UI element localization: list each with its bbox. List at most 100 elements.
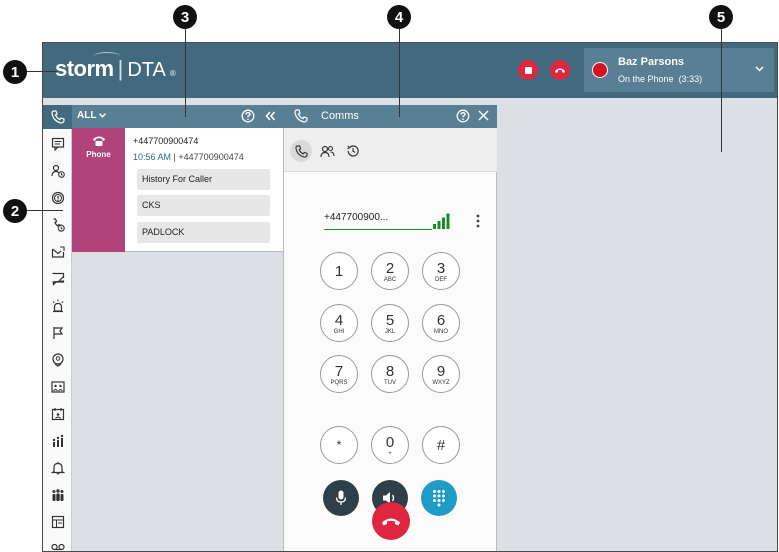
note-icon (51, 272, 64, 286)
keypad-toggle-button[interactable] (421, 480, 457, 516)
sidebar-item-gallery[interactable] (43, 375, 72, 399)
cks-button[interactable]: CKS (137, 195, 270, 216)
hangup-icon (555, 68, 565, 73)
people-icon (52, 489, 63, 501)
sidebar-item-email[interactable] (43, 240, 72, 264)
app-header: storm | DTA ® Baz Parsons On the Phone (3… (43, 43, 777, 98)
time-separator: | (173, 152, 176, 162)
channel-label: Phone (86, 150, 111, 159)
alert-circle-icon (51, 191, 64, 205)
microphone-icon (335, 490, 347, 505)
stop-recording-button[interactable] (518, 60, 538, 80)
caller-number: +447700900474 (133, 136, 199, 146)
filter-dropdown[interactable]: ALL (77, 110, 107, 121)
call-time-line: 10:56 AM | +447700900474 (133, 152, 244, 162)
help-icon (241, 109, 255, 123)
help-button[interactable] (241, 109, 255, 126)
sidebar-item-calendar[interactable] (43, 402, 72, 426)
callout-3-leader (185, 29, 186, 117)
mute-button[interactable] (323, 480, 359, 516)
padlock-button[interactable]: PADLOCK (137, 222, 270, 243)
keypad-key-3[interactable]: 3 DEF (422, 252, 460, 290)
hangup-icon (382, 518, 400, 526)
phone-icon (50, 110, 65, 124)
tab-contacts[interactable] (316, 140, 338, 162)
history-for-caller-button[interactable]: History For Caller (137, 169, 270, 190)
keypad-key-5[interactable]: 5 JKL (371, 304, 409, 342)
header-hangup-button[interactable] (550, 60, 570, 80)
sidebar-item-voicemail[interactable] (43, 535, 72, 551)
callout-4-leader (399, 29, 400, 117)
keypad-key-9[interactable]: 9 WXYZ (422, 355, 460, 393)
forms-icon (51, 515, 64, 529)
callout-2-leader (27, 210, 63, 211)
bell-icon (50, 461, 65, 475)
storm-app-window: storm | DTA ® Baz Parsons On the Phone (3… (42, 42, 778, 552)
phone-icon (294, 144, 308, 158)
sidebar-item-phone[interactable] (43, 105, 72, 129)
sidebar-item-messages[interactable] (43, 132, 72, 156)
callout-3: 3 (173, 5, 197, 29)
tab-history[interactable] (342, 140, 364, 162)
calendar-icon (51, 408, 64, 421)
chevron-down-icon (755, 64, 764, 75)
sidebar-item-callbacks[interactable] (43, 213, 72, 237)
storm-dta-logo: storm | DTA ® (55, 56, 176, 82)
phone-icon (294, 109, 308, 126)
keypad-key-hash[interactable]: # (422, 426, 460, 464)
telephone-icon (92, 136, 105, 146)
end-call-button[interactable] (372, 502, 410, 540)
voicemail-icon (50, 543, 65, 551)
sidebar-item-alarms[interactable] (43, 294, 72, 318)
interaction-list: Phone +447700900474 10:56 AM | +44770090… (72, 128, 284, 551)
logo-separator: | (117, 56, 124, 81)
interaction-card[interactable]: Phone +447700900474 10:56 AM | +44770090… (72, 128, 283, 252)
callout-5: 5 (709, 5, 733, 29)
comms-title: Comms (321, 110, 359, 122)
flag-icon (52, 327, 63, 339)
annotated-screenshot: 1 2 3 4 5 storm | DTA ® Baz Parsons On th… (0, 0, 779, 552)
filter-label: ALL (77, 110, 97, 121)
collapse-panel-button[interactable] (264, 109, 276, 126)
keypad-key-8[interactable]: 8 TUV (371, 355, 409, 393)
status-dot (592, 62, 608, 78)
more-options-icon[interactable] (475, 214, 481, 228)
sidebar-item-flags[interactable] (43, 321, 72, 345)
comms-tabs (284, 128, 497, 172)
keypad-key-2[interactable]: 2 ABC (371, 252, 409, 290)
signal-strength-icon (433, 213, 450, 229)
comms-close-button[interactable] (478, 110, 489, 124)
sidebar-item-alerts[interactable] (43, 186, 72, 210)
double-chevron-left-icon (265, 111, 276, 121)
close-icon (478, 110, 489, 121)
keypad-key-6[interactable]: 6 MNO (422, 304, 460, 342)
sidebar-item-location[interactable] (43, 348, 72, 372)
sidebar-item-forms[interactable] (43, 510, 72, 534)
logo-reg: ® (169, 69, 176, 78)
sidebar-item-notifications[interactable] (43, 456, 72, 480)
tab-dialer[interactable] (290, 140, 312, 162)
keypad-key-4[interactable]: 4 GHI (320, 304, 358, 342)
keypad-key-star[interactable]: * (320, 426, 358, 464)
logo-product: DTA (127, 59, 166, 81)
sidebar-item-notes[interactable] (43, 267, 72, 291)
keypad-key-1[interactable]: 1 (320, 252, 358, 290)
status-timer: (3:33) (678, 74, 703, 84)
email-icon (51, 246, 65, 258)
dialed-number-underline (324, 229, 432, 230)
agent-status-dropdown[interactable]: Baz Parsons On the Phone (3:33) (584, 48, 774, 92)
keypad-key-0[interactable]: 0 + (371, 426, 409, 464)
call-time: 10:56 AM (133, 152, 172, 162)
callout-4: 4 (387, 5, 411, 29)
keypad-key-7[interactable]: 7 PQRS (320, 355, 358, 393)
callout-2: 2 (3, 199, 27, 223)
sidebar-item-contact-schedule[interactable] (43, 159, 72, 183)
comms-help-button[interactable] (456, 109, 470, 126)
channel-strip: Phone (72, 128, 125, 252)
sidebar-item-people[interactable] (43, 483, 72, 507)
agent-status: On the Phone (3:33) (618, 74, 702, 84)
sidebar-item-team-stats[interactable] (43, 429, 72, 453)
chevron-down-icon (99, 113, 107, 118)
callout-1-leader (27, 71, 57, 72)
help-icon (456, 109, 470, 123)
